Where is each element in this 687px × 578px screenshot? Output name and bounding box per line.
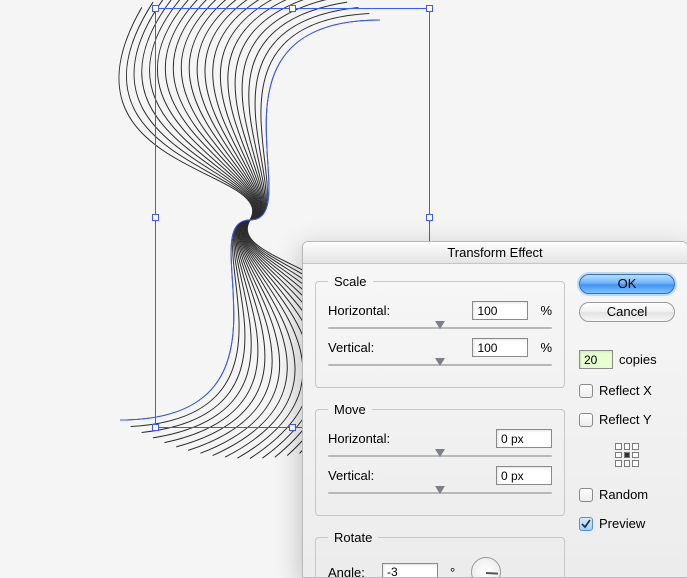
random-label: Random xyxy=(599,487,648,502)
transform-effect-dialog: Transform Effect Scale Horizontal: % Ver… xyxy=(302,241,687,578)
dialog-title[interactable]: Transform Effect xyxy=(303,242,687,264)
resize-handle-top-left[interactable] xyxy=(152,5,159,12)
reflect-y-label: Reflect Y xyxy=(599,412,652,427)
resize-handle-mid-right[interactable] xyxy=(426,214,433,221)
resize-handle-mid-left[interactable] xyxy=(152,214,159,221)
registration-point-grid[interactable] xyxy=(613,441,641,469)
rotate-angle-input[interactable] xyxy=(382,563,438,578)
scale-vertical-label: Vertical: xyxy=(328,340,402,355)
move-vertical-slider[interactable] xyxy=(328,487,552,499)
scale-horizontal-unit: % xyxy=(540,303,552,318)
move-horizontal-label: Horizontal: xyxy=(328,431,402,446)
reflect-y-checkbox[interactable] xyxy=(579,413,593,427)
scale-vertical-unit: % xyxy=(540,340,552,355)
angle-dial[interactable] xyxy=(471,557,501,578)
rotate-group: Rotate Angle: ° xyxy=(315,530,565,578)
rotate-angle-label: Angle: xyxy=(328,565,376,578)
move-vertical-label: Vertical: xyxy=(328,468,402,483)
ok-button[interactable]: OK xyxy=(579,274,675,294)
move-group: Move Horizontal: Vertical: xyxy=(315,402,565,516)
move-legend: Move xyxy=(328,402,372,417)
copies-label: copies xyxy=(619,352,657,367)
copies-input[interactable] xyxy=(579,350,613,369)
move-vertical-input[interactable] xyxy=(496,466,552,485)
scale-vertical-slider[interactable] xyxy=(328,359,552,371)
scale-legend: Scale xyxy=(328,274,373,289)
resize-handle-bottom-left[interactable] xyxy=(152,424,159,431)
move-horizontal-slider[interactable] xyxy=(328,450,552,462)
preview-label: Preview xyxy=(599,516,645,531)
scale-horizontal-slider[interactable] xyxy=(328,322,552,334)
resize-handle-top-right[interactable] xyxy=(426,5,433,12)
reflect-x-checkbox[interactable] xyxy=(579,384,593,398)
cancel-button[interactable]: Cancel xyxy=(579,302,675,322)
move-horizontal-input[interactable] xyxy=(496,429,552,448)
preview-checkbox[interactable] xyxy=(579,517,593,531)
scale-vertical-input[interactable] xyxy=(472,338,528,357)
scale-horizontal-input[interactable] xyxy=(472,301,528,320)
reflect-x-label: Reflect X xyxy=(599,383,652,398)
resize-handle-bottom-mid[interactable] xyxy=(289,424,296,431)
rotate-angle-unit: ° xyxy=(450,565,455,578)
scale-horizontal-label: Horizontal: xyxy=(328,303,402,318)
scale-group: Scale Horizontal: % Vertical: % xyxy=(315,274,565,388)
random-checkbox[interactable] xyxy=(579,488,593,502)
resize-handle-top-mid[interactable] xyxy=(289,5,296,12)
rotate-legend: Rotate xyxy=(328,530,378,545)
